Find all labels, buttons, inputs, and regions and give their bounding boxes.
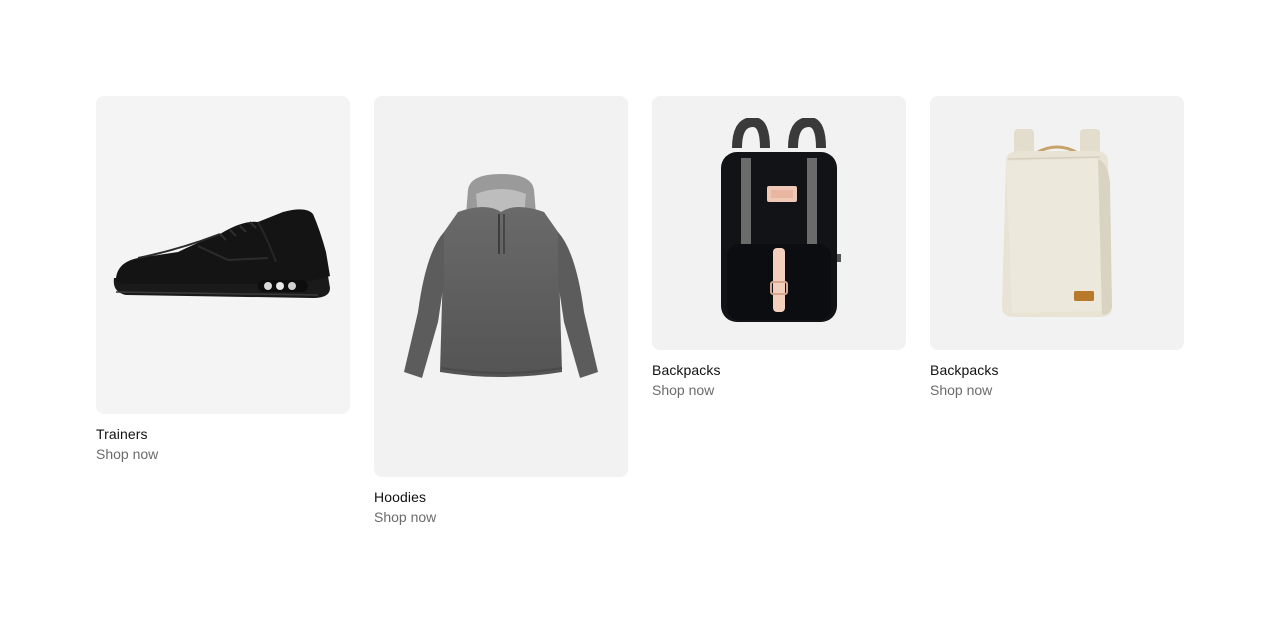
product-title: Trainers [96, 426, 148, 442]
product-card-backpacks-beige[interactable]: Backpacks Shop now [930, 96, 1184, 399]
beige-backpack-icon [1002, 129, 1112, 317]
hoodie-icon [404, 173, 598, 378]
shop-now-link[interactable]: Shop now [652, 381, 906, 399]
shop-now-link[interactable]: Shop now [374, 508, 628, 526]
shop-now-link[interactable]: Shop now [930, 381, 1184, 399]
product-title: Hoodies [374, 489, 427, 505]
shop-now-link[interactable]: Shop now [96, 445, 350, 463]
product-image-backpack-beige[interactable] [930, 96, 1184, 350]
product-image-backpack-black[interactable] [652, 96, 906, 350]
trainer-shoe-icon [113, 209, 330, 298]
product-card-backpacks-black[interactable]: Backpacks Shop now [652, 96, 906, 399]
product-image-trainers[interactable] [96, 96, 350, 414]
product-grid: Trainers Shop now Hoodies Shop now Backp… [96, 96, 1184, 526]
product-card-hoodies[interactable]: Hoodies Shop now [374, 96, 628, 526]
product-title: Backpacks [930, 362, 999, 378]
product-card-trainers[interactable]: Trainers Shop now [96, 96, 350, 463]
product-image-hoodies[interactable] [374, 96, 628, 477]
product-title: Backpacks [652, 362, 721, 378]
black-backpack-icon [721, 118, 841, 322]
